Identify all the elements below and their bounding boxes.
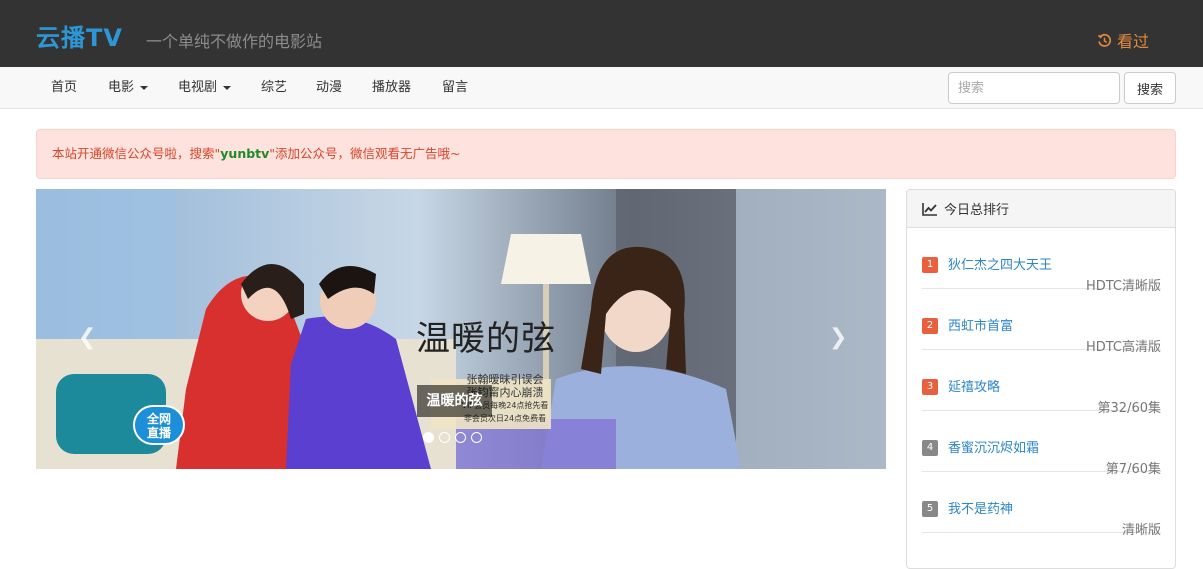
site-logo[interactable]: 云播TV — [36, 18, 123, 53]
nav-item-tv[interactable]: 电视剧 — [178, 67, 232, 109]
site-tagline: 一个单纯不做作的电影站 — [146, 32, 323, 51]
carousel-dot[interactable] — [439, 432, 450, 443]
ranking-item-title[interactable]: 西虹市首富 — [948, 315, 1013, 334]
ranking-item-title[interactable]: 香蜜沉沉烬如霜 — [948, 437, 1039, 456]
rank-number-badge: 4 — [922, 440, 938, 456]
live-badge-line: 全网 — [146, 412, 171, 426]
carousel-caption[interactable]: 温暖的弦 — [417, 385, 492, 417]
rank-number-badge: 5 — [922, 501, 938, 517]
rank-number-badge: 3 — [922, 379, 938, 395]
ranking-item-title[interactable]: 狄仁杰之四大天王 — [948, 254, 1052, 273]
nav-label: 播放器 — [372, 80, 412, 95]
caret-down-icon — [223, 86, 232, 90]
nav-label: 电视剧 — [178, 80, 218, 95]
ranking-item[interactable]: 2 西虹市首富 HDTC高清版 — [922, 289, 1161, 355]
nav-item-anime[interactable]: 动漫 — [316, 67, 342, 109]
notice-text: 本站开通微信公众号啦，搜索" — [52, 146, 221, 161]
live-badge-line: 直播 — [146, 426, 171, 440]
nav-item-movies[interactable]: 电影 — [108, 67, 149, 109]
nav-item-messages[interactable]: 留言 — [442, 67, 468, 109]
nav-label: 电影 — [108, 80, 135, 95]
search-input[interactable] — [948, 72, 1120, 104]
nav-label: 综艺 — [261, 80, 288, 95]
top-header: 云播TV 一个单纯不做作的电影站 看过 — [0, 0, 1203, 67]
poster-title: 温暖的弦 — [416, 319, 556, 359]
ranking-item-status: 清晰版 — [1121, 523, 1161, 538]
ranking-item-title[interactable]: 我不是药神 — [948, 498, 1013, 517]
nav-label: 首页 — [51, 80, 78, 95]
notice-keyword: yunbtv — [220, 146, 270, 161]
rank-number-badge: 1 — [922, 257, 938, 273]
featured-carousel[interactable]: 温暖的弦 张翰暧昧引误会 张钧甯内心崩溃 VIP会员每晚24点抢先看 非会员次日… — [36, 189, 886, 469]
wechat-notice-banner: 本站开通微信公众号啦，搜索"yunbtv"添加公众号，微信观看无广告哦~ — [36, 129, 1176, 179]
live-badge: 全网 直播 — [133, 405, 185, 445]
nav-item-home[interactable]: 首页 — [51, 67, 77, 109]
ranking-item[interactable]: 1 狄仁杰之四大天王 HDTC清晰版 — [922, 228, 1161, 294]
nav-item-variety[interactable]: 综艺 — [261, 67, 287, 109]
notice-text: "添加公众号，微信观看无广告哦~ — [269, 146, 461, 161]
watched-label: 看过 — [1117, 32, 1150, 51]
watched-history-button[interactable]: 看过 — [1097, 28, 1149, 52]
carousel-next-arrow-icon[interactable]: ❯ — [829, 325, 847, 350]
ranking-item[interactable]: 5 我不是药神 清晰版 — [922, 472, 1161, 538]
main-navbar: 首页 电影 电视剧 综艺 动漫 播放器 留言 搜索 — [0, 67, 1203, 109]
ranking-item-title[interactable]: 延禧攻略 — [948, 376, 1000, 395]
rank-number-badge: 2 — [922, 318, 938, 334]
search-button[interactable]: 搜索 — [1124, 72, 1176, 104]
ranking-item[interactable]: 3 延禧攻略 第32/60集 — [922, 350, 1161, 416]
nav-label: 动漫 — [316, 80, 343, 95]
caret-down-icon — [140, 86, 149, 90]
carousel-indicators — [423, 432, 482, 443]
carousel-prev-arrow-icon[interactable]: ❮ — [78, 325, 96, 350]
ranking-item[interactable]: 4 香蜜沉沉烬如霜 第7/60集 — [922, 411, 1161, 477]
daily-ranking-panel: 今日总排行 1 狄仁杰之四大天王 HDTC清晰版 2 西虹市首富 HDTC高清版… — [906, 189, 1176, 569]
carousel-dot[interactable] — [471, 432, 482, 443]
trend-chart-icon — [922, 202, 937, 216]
panel-title: 今日总排行 — [944, 203, 1010, 218]
carousel-dot[interactable] — [423, 432, 434, 443]
nav-label: 留言 — [442, 80, 469, 95]
panel-header: 今日总排行 — [907, 190, 1175, 228]
nav-item-player[interactable]: 播放器 — [372, 67, 411, 109]
history-icon — [1097, 33, 1112, 47]
carousel-dot[interactable] — [455, 432, 466, 443]
